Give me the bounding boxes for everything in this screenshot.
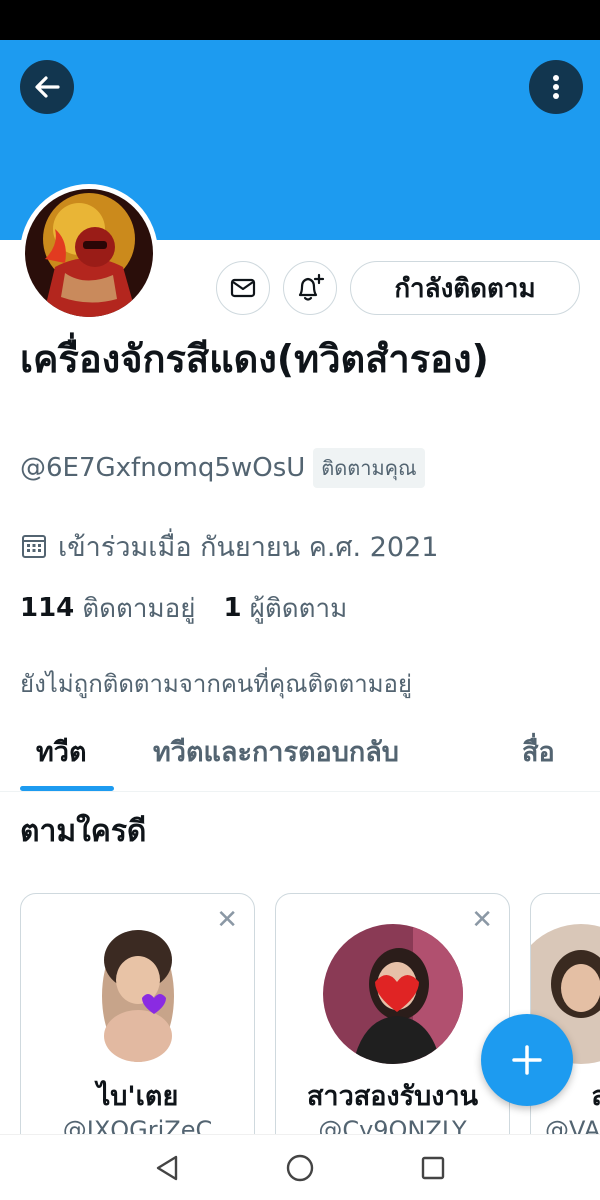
followers-count[interactable]: 1 (224, 593, 242, 623)
tab-tweets[interactable]: ทวีต (36, 730, 87, 773)
notify-button[interactable] (283, 261, 337, 315)
following-button[interactable]: กำลังติดตาม (350, 261, 580, 315)
suggestion-name[interactable]: ไบ'เตย (21, 1074, 254, 1117)
square-recent-icon (421, 1156, 445, 1180)
close-icon[interactable]: ✕ (216, 906, 238, 934)
nav-home-button[interactable] (283, 1151, 317, 1185)
not-followed-note: ยังไม่ถูกติดตามจากคนที่คุณติดตามอยู่ (20, 670, 412, 698)
back-button[interactable] (20, 60, 74, 114)
suggestion-card[interactable]: ✕ สาวสองรับงาน @Cy9QNZLY (275, 893, 510, 1153)
profile-tabs: ทวีต ทวีตและการตอบกลับ สื่อ (0, 716, 600, 792)
active-tab-indicator (20, 786, 114, 791)
profile-handle: @6E7Gxfnomq5wOsU (20, 453, 306, 483)
calendar-icon (20, 532, 48, 560)
nav-back-button[interactable] (150, 1151, 184, 1185)
profile-avatar[interactable] (20, 184, 158, 322)
nav-recents-button[interactable] (416, 1151, 450, 1185)
system-nav-bar (0, 1134, 600, 1200)
arrow-left-icon (35, 76, 60, 98)
suggestion-name[interactable]: สาวสองรับงาน (276, 1074, 509, 1117)
compose-tweet-button[interactable] (481, 1014, 573, 1106)
handle-row: @6E7Gxfnomq5wOsU ติดตามคุณ (20, 448, 425, 488)
avatar-image (25, 189, 153, 317)
follow-stats: 114 ติดตามอยู่ 1 ผู้ติดตาม (20, 588, 347, 628)
more-vertical-icon (553, 75, 559, 99)
plus-icon (512, 1045, 542, 1075)
following-label[interactable]: ติดตามอยู่ (82, 588, 195, 629)
status-bar (0, 0, 600, 40)
profile-display-name: เครื่องจักรสีแดง(ทวิตสำรอง) (20, 337, 489, 381)
who-to-follow-title: ตามใครดี (20, 814, 147, 849)
following-count[interactable]: 114 (20, 593, 74, 623)
joined-date-text: เข้าร่วมเมื่อ กันยายน ค.ศ. 2021 (58, 531, 439, 563)
bell-plus-icon (298, 273, 325, 301)
close-icon[interactable]: ✕ (471, 906, 493, 934)
suggestion-card[interactable]: ✕ ไบ'เตย @JXQGriZeC (20, 893, 255, 1153)
suggestion-avatar (67, 924, 208, 1064)
followers-label[interactable]: ผู้ติดตาม (250, 588, 348, 629)
tab-tweets-replies[interactable]: ทวีตและการตอบกลับ (153, 730, 399, 773)
more-options-button[interactable] (529, 60, 583, 114)
suggestion-avatar (322, 924, 463, 1064)
follows-you-badge: ติดตามคุณ (313, 448, 425, 488)
circle-home-icon (286, 1154, 314, 1182)
triangle-back-icon (156, 1155, 178, 1181)
tab-media[interactable]: สื่อ (522, 730, 555, 773)
message-button[interactable] (216, 261, 270, 315)
joined-date-row: เข้าร่วมเมื่อ กันยายน ค.ศ. 2021 (20, 526, 438, 566)
mail-icon (230, 278, 256, 298)
